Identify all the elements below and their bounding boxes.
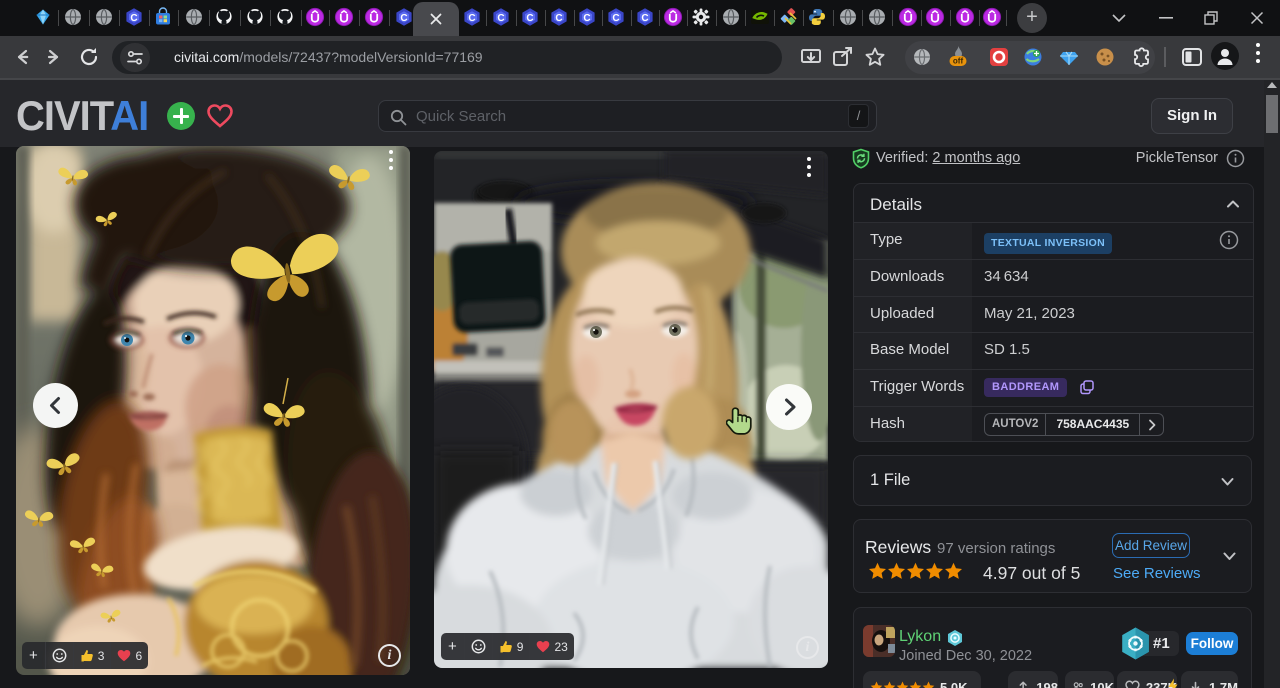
svg-text:off: off <box>953 57 964 66</box>
svg-text:C: C <box>612 13 619 24</box>
svg-text:C: C <box>526 13 533 24</box>
svg-text:C: C <box>400 13 407 24</box>
svg-text:C: C <box>468 13 475 24</box>
svg-text:C: C <box>641 13 648 24</box>
svg-text:C: C <box>497 13 504 24</box>
svg-text:C: C <box>555 13 562 24</box>
svg-text:C: C <box>130 13 137 24</box>
svg-text:C: C <box>583 13 590 24</box>
